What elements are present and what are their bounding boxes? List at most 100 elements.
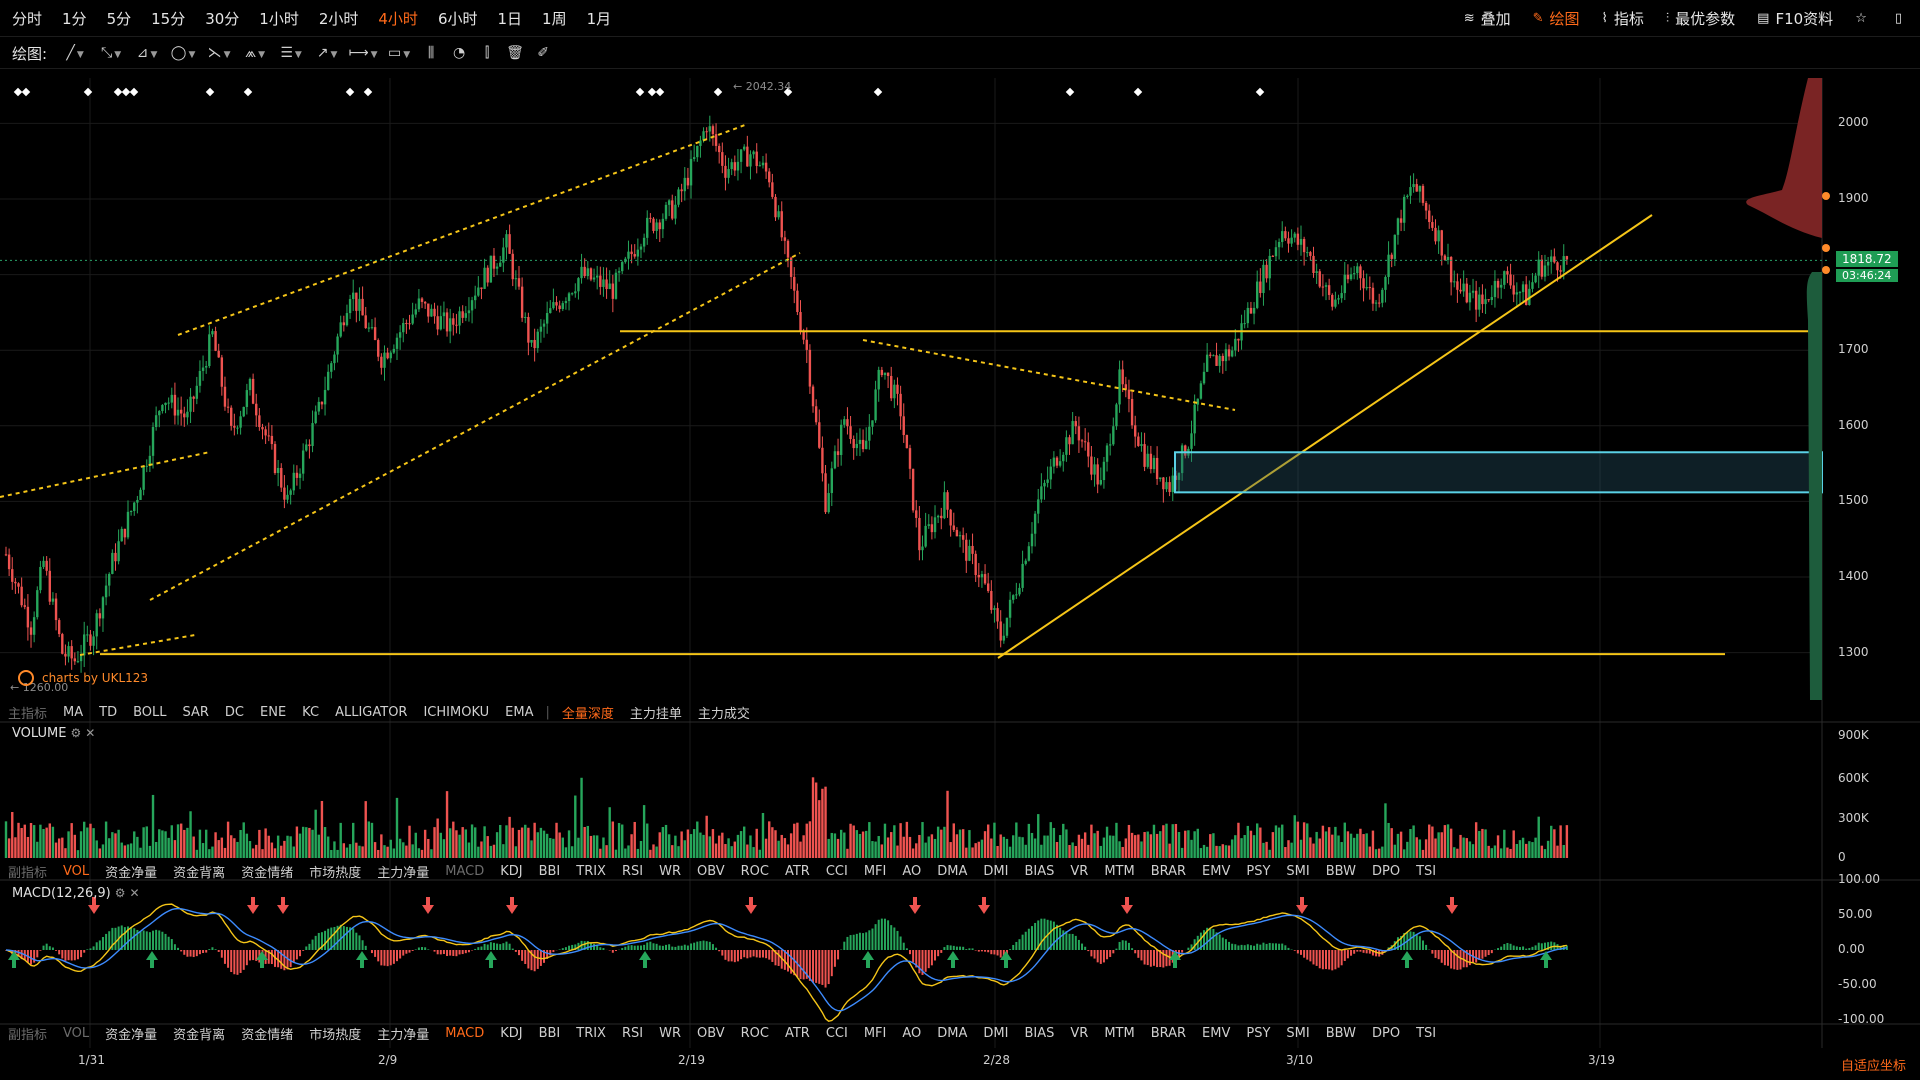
indicator-MACD[interactable]: MACD bbox=[445, 864, 484, 879]
indicator-MACD[interactable]: MACD bbox=[445, 1026, 484, 1041]
indicator-主力净量[interactable]: 主力净量 bbox=[377, 862, 429, 881]
trend-tool-icon[interactable]: ⤡ ▼ bbox=[93, 45, 129, 61]
indicator-AO[interactable]: AO bbox=[902, 1026, 921, 1041]
indicator-BRAR[interactable]: BRAR bbox=[1151, 864, 1186, 879]
indicator-ROC[interactable]: ROC bbox=[741, 864, 769, 879]
timeframe-4[interactable]: 30分 bbox=[195, 8, 249, 29]
chevron-down-icon[interactable]: ▼ bbox=[224, 50, 231, 60]
chevron-down-icon[interactable]: ▼ bbox=[295, 50, 302, 60]
indicator-MA[interactable]: MA bbox=[63, 705, 83, 720]
indicator-KDJ[interactable]: KDJ bbox=[500, 1026, 522, 1041]
indicator-EMV[interactable]: EMV bbox=[1202, 864, 1230, 879]
timeframe-9[interactable]: 1日 bbox=[487, 8, 532, 29]
indicator-主力挂单[interactable]: 主力挂单 bbox=[630, 703, 682, 722]
indicator-WR[interactable]: WR bbox=[659, 1026, 681, 1041]
chevron-down-icon[interactable]: ▼ bbox=[371, 50, 378, 60]
circle-tool-icon[interactable]: ◯ ▼ bbox=[165, 45, 201, 61]
indicator-全量深度[interactable]: 全量深度 bbox=[562, 703, 614, 722]
indicator-ATR[interactable]: ATR bbox=[785, 864, 810, 879]
indicator-DPO[interactable]: DPO bbox=[1372, 864, 1400, 879]
indicator-BRAR[interactable]: BRAR bbox=[1151, 1026, 1186, 1041]
timeframe-10[interactable]: 1周 bbox=[532, 8, 577, 29]
indicator-资金背离[interactable]: 资金背离 bbox=[173, 1024, 225, 1043]
indicator-PSY[interactable]: PSY bbox=[1246, 1026, 1270, 1041]
indicator-TRIX[interactable]: TRIX bbox=[576, 864, 606, 879]
close-icon[interactable]: ✕ bbox=[130, 886, 140, 900]
indicator-MFI[interactable]: MFI bbox=[864, 1026, 887, 1041]
indicator-EMA[interactable]: EMA bbox=[505, 705, 533, 720]
indicator-资金情绪[interactable]: 资金情绪 bbox=[241, 1024, 293, 1043]
indicator-RSI[interactable]: RSI bbox=[622, 1026, 643, 1041]
close-icon[interactable]: ✕ bbox=[85, 726, 95, 740]
timeframe-11[interactable]: 1月 bbox=[577, 8, 622, 29]
indicator-资金净量[interactable]: 资金净量 bbox=[105, 862, 157, 881]
auto-scale-button[interactable]: 自适应坐标 bbox=[1841, 1055, 1906, 1074]
indicator-SMI[interactable]: SMI bbox=[1286, 1026, 1309, 1041]
fib-tool-icon[interactable]: ⋋ ▼ bbox=[201, 45, 237, 61]
indicator-MTM[interactable]: MTM bbox=[1104, 1026, 1134, 1041]
erase-icon[interactable]: ✐ bbox=[529, 45, 557, 61]
indicator-KDJ[interactable]: KDJ bbox=[500, 864, 522, 879]
indicator-主力成交[interactable]: 主力成交 bbox=[698, 703, 750, 722]
indicator-DMI[interactable]: DMI bbox=[983, 864, 1008, 879]
indicator-button[interactable]: ⌇ 指标 bbox=[1602, 8, 1644, 29]
indicator-EMV[interactable]: EMV bbox=[1202, 1026, 1230, 1041]
indicator-DPO[interactable]: DPO bbox=[1372, 1026, 1400, 1041]
indicator-OBV[interactable]: OBV bbox=[697, 1026, 725, 1041]
indicator-BIAS[interactable]: BIAS bbox=[1024, 1026, 1054, 1041]
layout-button[interactable]: ▯ bbox=[1895, 11, 1908, 26]
indicator-ENE[interactable]: ENE bbox=[260, 705, 286, 720]
measure-tool-icon[interactable]: ⟼ ▼ bbox=[345, 45, 381, 61]
indicator-资金情绪[interactable]: 资金情绪 bbox=[241, 862, 293, 881]
pen-button[interactable]: ✎ 绘图 bbox=[1533, 8, 1580, 29]
layers-button[interactable]: ≋ 叠加 bbox=[1464, 8, 1511, 29]
indicator-VOL[interactable]: VOL bbox=[63, 1026, 89, 1041]
params-button[interactable]: ⫶ 最优参数 bbox=[1666, 8, 1735, 29]
settings-icon[interactable]: ⚙ bbox=[70, 726, 81, 740]
indicator-DMA[interactable]: DMA bbox=[937, 1026, 967, 1041]
indicator-SAR[interactable]: SAR bbox=[183, 705, 209, 720]
polyline-tool-icon[interactable]: ⊿ ▼ bbox=[129, 45, 165, 61]
chevron-down-icon[interactable]: ▼ bbox=[403, 50, 410, 60]
indicator-TSI[interactable]: TSI bbox=[1416, 864, 1436, 879]
indicator-RSI[interactable]: RSI bbox=[622, 864, 643, 879]
timeframe-3[interactable]: 15分 bbox=[141, 8, 195, 29]
indicator-TD[interactable]: TD bbox=[99, 705, 117, 720]
arrow-tool-icon[interactable]: ↗ ▼ bbox=[309, 45, 345, 61]
line-tool-icon[interactable]: ╱ ▼ bbox=[57, 45, 93, 61]
timeframe-8[interactable]: 6小时 bbox=[428, 8, 488, 29]
indicator-VR[interactable]: VR bbox=[1070, 1026, 1088, 1041]
comment-tool-icon[interactable]: ▭ ▼ bbox=[381, 45, 417, 61]
indicator-PSY[interactable]: PSY bbox=[1246, 864, 1270, 879]
indicator-ATR[interactable]: ATR bbox=[785, 1026, 810, 1041]
timeframe-5[interactable]: 1小时 bbox=[249, 8, 309, 29]
indicator-BIAS[interactable]: BIAS bbox=[1024, 864, 1054, 879]
chevron-down-icon[interactable]: ▼ bbox=[258, 50, 265, 60]
bar-tool-icon[interactable]: ⫿ bbox=[473, 45, 501, 61]
indicator-市场热度[interactable]: 市场热度 bbox=[309, 1024, 361, 1043]
indicator-MFI[interactable]: MFI bbox=[864, 864, 887, 879]
star-button[interactable]: ☆ bbox=[1855, 11, 1873, 26]
indicator-BOLL[interactable]: BOLL bbox=[133, 705, 166, 720]
candle-tool-icon[interactable]: ⫼ bbox=[417, 45, 445, 61]
indicator-VR[interactable]: VR bbox=[1070, 864, 1088, 879]
indicator-OBV[interactable]: OBV bbox=[697, 864, 725, 879]
indicator-TSI[interactable]: TSI bbox=[1416, 1026, 1436, 1041]
indicator-DC[interactable]: DC bbox=[225, 705, 244, 720]
indicator-DMI[interactable]: DMI bbox=[983, 1026, 1008, 1041]
gann-tool-icon[interactable]: ☰ ▼ bbox=[273, 45, 309, 61]
indicator-BBW[interactable]: BBW bbox=[1326, 1026, 1356, 1041]
indicator-资金背离[interactable]: 资金背离 bbox=[173, 862, 225, 881]
chevron-down-icon[interactable]: ▼ bbox=[330, 50, 337, 60]
indicator-CCI[interactable]: CCI bbox=[826, 1026, 848, 1041]
indicator-资金净量[interactable]: 资金净量 bbox=[105, 1024, 157, 1043]
chevron-down-icon[interactable]: ▼ bbox=[150, 50, 157, 60]
indicator-AO[interactable]: AO bbox=[902, 864, 921, 879]
timeframe-6[interactable]: 2小时 bbox=[309, 8, 369, 29]
trash-icon[interactable]: 🗑 bbox=[501, 45, 529, 61]
pattern-tool-icon[interactable]: ⩕ ▼ bbox=[237, 45, 273, 61]
indicator-DMA[interactable]: DMA bbox=[937, 864, 967, 879]
chart-tool-icon[interactable]: ◔ bbox=[445, 45, 473, 61]
timeframe-1[interactable]: 1分 bbox=[52, 8, 97, 29]
indicator-市场热度[interactable]: 市场热度 bbox=[309, 862, 361, 881]
